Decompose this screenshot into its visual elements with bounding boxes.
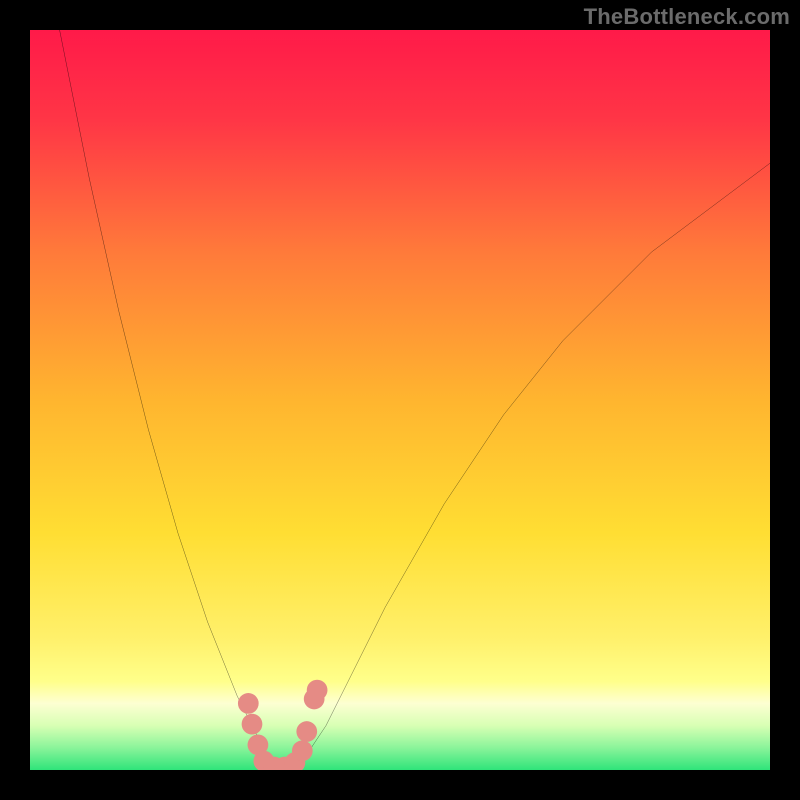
bottleneck-chart <box>30 30 770 770</box>
chart-frame: TheBottleneck.com <box>0 0 800 800</box>
marker-dot <box>307 680 328 701</box>
watermark-text: TheBottleneck.com <box>584 4 790 30</box>
marker-dot <box>238 693 259 714</box>
marker-dot <box>292 740 313 761</box>
marker-dot <box>296 721 317 742</box>
marker-dot <box>242 714 263 735</box>
